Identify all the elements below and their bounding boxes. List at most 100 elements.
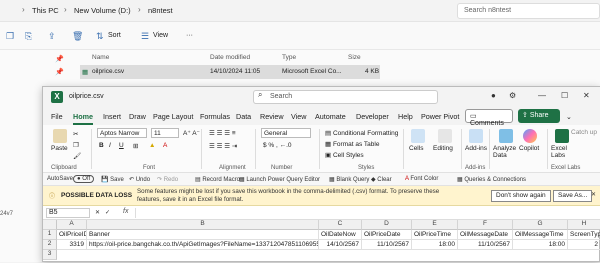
add-ins-button[interactable]: Add-ins bbox=[465, 145, 487, 152]
tab-data[interactable]: Data bbox=[236, 112, 251, 121]
copilot-icon[interactable] bbox=[523, 129, 537, 143]
cancel-icon[interactable]: ✕ bbox=[95, 209, 100, 216]
cell-g2[interactable]: 18:00 bbox=[513, 240, 568, 250]
underline-icon[interactable]: U bbox=[119, 142, 124, 149]
column-header-g[interactable]: G bbox=[513, 220, 568, 230]
column-header-h[interactable]: H bbox=[568, 220, 600, 230]
save-as-button[interactable]: Save As... bbox=[553, 190, 593, 202]
tab-developer[interactable]: Developer bbox=[356, 112, 389, 121]
bold-icon[interactable]: B bbox=[99, 142, 104, 149]
blank-query-button[interactable]: ▦ Blank Query bbox=[329, 176, 369, 183]
catch-up-button[interactable]: Catch up bbox=[571, 129, 599, 136]
font-size-select[interactable]: 11 bbox=[151, 128, 179, 138]
explorer-search-input[interactable]: Search n8ntest bbox=[457, 3, 600, 19]
view-button[interactable]: View bbox=[153, 32, 168, 39]
excel-labs-button[interactable]: Excel Labs bbox=[551, 145, 575, 159]
copilot-button[interactable]: Copilot bbox=[519, 145, 539, 152]
record-macro-button[interactable]: ▤ Record Macro bbox=[195, 176, 240, 183]
save-button[interactable]: 💾 Save bbox=[101, 176, 124, 183]
font-name-select[interactable]: Aptos Narrow bbox=[97, 128, 147, 138]
tab-home[interactable]: Home bbox=[73, 112, 93, 125]
cell-f2[interactable]: 11/10/2567 bbox=[458, 240, 513, 250]
cell-h1[interactable]: ScreenType bbox=[568, 230, 600, 240]
avatar[interactable]: ● bbox=[491, 91, 496, 100]
paste-icon[interactable]: ⎘ bbox=[25, 31, 32, 42]
paste-button[interactable]: Paste bbox=[51, 145, 68, 152]
collapse-icon[interactable]: ⌄ bbox=[566, 112, 572, 121]
cells-button[interactable]: Cells bbox=[409, 145, 423, 152]
tab-file[interactable]: File bbox=[51, 112, 63, 121]
format-painter-icon[interactable]: 🖌 bbox=[73, 152, 81, 160]
pin-icon[interactable]: 📌 bbox=[55, 68, 64, 76]
add-ins-icon[interactable] bbox=[469, 129, 483, 143]
breadcrumb-folder[interactable]: n8ntest bbox=[148, 6, 173, 15]
analyze-data-button[interactable]: Analyze Data bbox=[493, 145, 521, 159]
tab-power-pivot[interactable]: Power Pivot bbox=[421, 112, 459, 121]
column-name[interactable]: Name bbox=[92, 54, 109, 61]
select-all-corner[interactable] bbox=[43, 220, 57, 230]
tab-insert[interactable]: Insert bbox=[103, 112, 121, 121]
column-header-d[interactable]: D bbox=[362, 220, 412, 230]
file-row[interactable]: ▦ oilprice.csv 14/10/2024 11:05 Microsof… bbox=[80, 65, 380, 79]
cell-a1[interactable]: OilPriceID bbox=[57, 230, 87, 240]
tab-help[interactable]: Help bbox=[398, 112, 413, 121]
font-color-icon[interactable]: A bbox=[163, 142, 167, 149]
tab-automate[interactable]: Automate bbox=[315, 112, 346, 121]
cut-icon[interactable]: ✂ bbox=[73, 130, 78, 138]
close-icon[interactable]: ✕ bbox=[591, 191, 596, 198]
autosave-toggle[interactable]: ● Off bbox=[73, 175, 95, 183]
formula-input[interactable] bbox=[135, 208, 597, 218]
copy-icon[interactable]: ❐ bbox=[73, 141, 79, 149]
cell-c2[interactable]: 14/10/2567 bbox=[319, 240, 362, 250]
column-date-modified[interactable]: Date modified bbox=[210, 54, 250, 61]
queries-connections-button[interactable]: ▦ Queries & Connections bbox=[457, 176, 526, 183]
editing-button[interactable]: Editing bbox=[433, 145, 453, 152]
cell-b1[interactable]: Banner bbox=[87, 230, 319, 240]
redo-button[interactable]: ↷ Redo bbox=[157, 176, 178, 183]
tab-draw[interactable]: Draw bbox=[129, 112, 146, 121]
power-query-button[interactable]: ▦ Launch Power Query Editor bbox=[239, 176, 320, 183]
cell-d2[interactable]: 11/10/2567 bbox=[362, 240, 412, 250]
cell-d1[interactable]: OilPriceDate bbox=[362, 230, 412, 240]
row-header-1[interactable]: 1 bbox=[43, 230, 57, 240]
tab-formulas[interactable]: Formulas bbox=[200, 112, 230, 121]
settings-icon[interactable]: ⚙ bbox=[509, 91, 516, 100]
grow-font-icon[interactable]: A⁺ A⁻ bbox=[183, 129, 200, 137]
editing-icon[interactable] bbox=[438, 129, 452, 143]
number-format-select[interactable]: General bbox=[261, 128, 311, 138]
sort-button[interactable]: Sort bbox=[108, 32, 121, 39]
currency-icon[interactable]: $ % , ←.0 bbox=[263, 142, 292, 149]
maximize-icon[interactable]: ☐ bbox=[561, 91, 568, 100]
cell-styles-button[interactable]: ▣ Cell Styles bbox=[325, 151, 364, 159]
column-header-e[interactable]: E bbox=[412, 220, 458, 230]
row-header-2[interactable]: 2 bbox=[43, 240, 57, 250]
column-header-a[interactable]: A bbox=[57, 220, 87, 230]
conditional-formatting-button[interactable]: ▤ Conditional Formatting bbox=[325, 129, 398, 137]
delete-icon[interactable]: 🗑 bbox=[72, 31, 83, 42]
font-color-button[interactable]: A Font Color bbox=[405, 176, 438, 182]
tab-review[interactable]: Review bbox=[260, 112, 284, 121]
cell-a2[interactable]: 3319 bbox=[57, 240, 87, 250]
column-header-c[interactable]: C bbox=[319, 220, 362, 230]
fill-color-icon[interactable]: ▲ bbox=[149, 142, 155, 149]
row-header-3[interactable]: 3 bbox=[43, 250, 57, 260]
share-icon[interactable]: ⇪ bbox=[48, 31, 56, 42]
column-header-f[interactable]: F bbox=[458, 220, 513, 230]
excel-search-input[interactable]: Search bbox=[253, 90, 438, 104]
cell-b2[interactable]: https://oil-price.bangchak.co.th/ApiGetI… bbox=[87, 240, 319, 250]
close-icon[interactable]: ✕ bbox=[583, 91, 590, 100]
undo-button[interactable]: ↶ Undo bbox=[129, 176, 150, 183]
cells-icon[interactable] bbox=[411, 129, 425, 143]
name-box[interactable]: B5 bbox=[46, 208, 90, 218]
cell-c1[interactable]: OilDateNow bbox=[319, 230, 362, 240]
column-header-b[interactable]: B bbox=[87, 220, 319, 230]
clear-button[interactable]: ◆ Clear bbox=[371, 176, 392, 183]
format-as-table-button[interactable]: ▦ Format as Table bbox=[325, 140, 379, 148]
copy-icon[interactable]: ❐ bbox=[6, 31, 14, 42]
breadcrumb-volume[interactable]: New Volume (D:) bbox=[74, 6, 131, 15]
cell-e2[interactable]: 18:00 bbox=[412, 240, 458, 250]
cell-e1[interactable]: OilPriceTime bbox=[412, 230, 458, 240]
borders-icon[interactable]: ⊞ bbox=[133, 142, 138, 150]
dont-show-again-button[interactable]: Don't show again bbox=[491, 190, 551, 202]
comments-button[interactable]: ▭ Comments bbox=[465, 109, 513, 127]
